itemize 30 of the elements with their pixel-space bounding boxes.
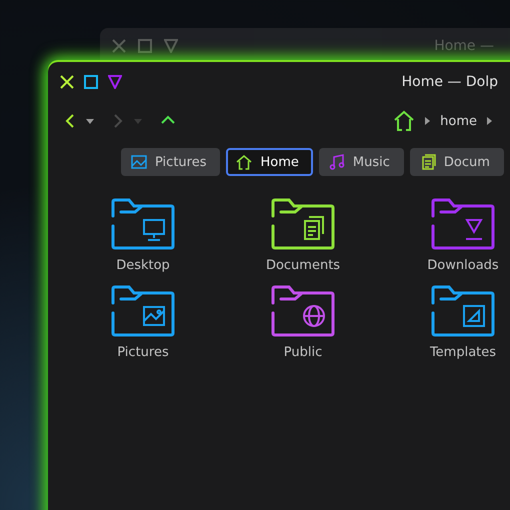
home-icon[interactable]: [393, 110, 416, 132]
documents-icon: [420, 154, 436, 170]
folder-name: Documents: [266, 258, 340, 273]
folder-name: Public: [284, 345, 322, 360]
folder-icon[interactable]: [271, 198, 335, 250]
dropdown-caret-icon[interactable]: [86, 118, 94, 124]
folder-name: Pictures: [117, 345, 169, 360]
place-tab[interactable]: Docum: [410, 148, 504, 176]
folder-icon[interactable]: [431, 285, 495, 337]
place-tab[interactable]: Music: [318, 148, 404, 176]
breadcrumb-item[interactable]: home: [440, 114, 477, 128]
window-title: Home — Dolp: [402, 74, 498, 90]
folder-icon[interactable]: [111, 285, 175, 337]
folder-icon[interactable]: [271, 285, 335, 337]
chevron-icon: [487, 117, 492, 125]
maximize-icon[interactable]: [138, 39, 152, 53]
folder-icon[interactable]: [111, 198, 175, 250]
folder-name: Downloads: [427, 258, 499, 273]
pictures-icon: [131, 154, 147, 170]
window-title: Home —: [434, 38, 494, 54]
place-tab[interactable]: Pictures: [121, 148, 220, 176]
folder-name: Templates: [430, 345, 496, 360]
home-icon: [236, 154, 252, 170]
place-tab[interactable]: Home: [226, 148, 313, 176]
chevron-icon: [425, 117, 430, 125]
minimize-icon[interactable]: [108, 75, 122, 89]
folder-name: Desktop: [116, 258, 170, 273]
maximize-icon[interactable]: [84, 75, 98, 89]
minimize-icon[interactable]: [164, 39, 178, 53]
music-icon: [328, 154, 345, 170]
